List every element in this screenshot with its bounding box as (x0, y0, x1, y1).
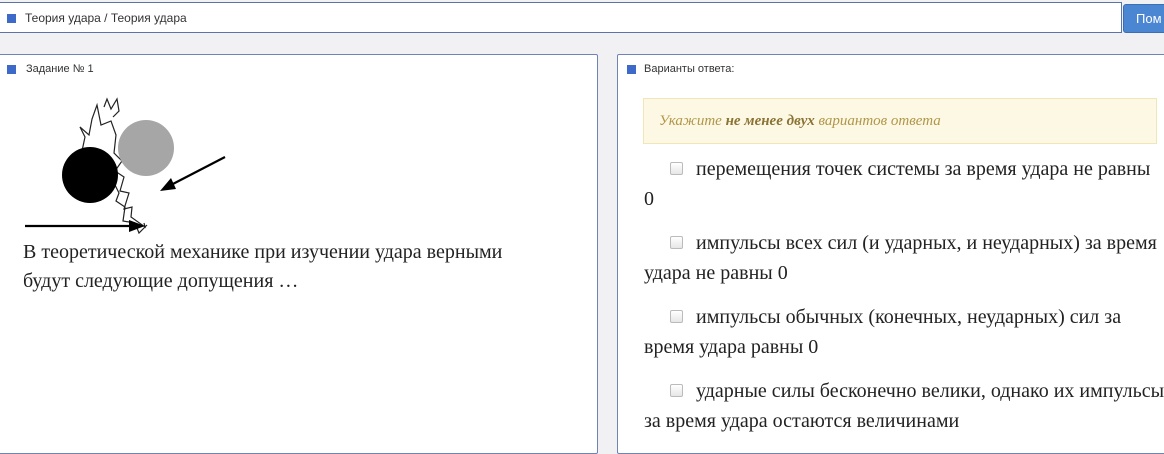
square-bullet-icon (7, 14, 16, 23)
task-panel: Задание № 1 В теоретической механике при… (0, 54, 598, 454)
breadcrumb-bar: Теория удара / Теория удара (0, 2, 1122, 33)
checkbox[interactable] (670, 161, 683, 175)
square-bullet-icon (627, 65, 636, 74)
checkbox[interactable] (670, 235, 683, 249)
answer-option[interactable]: импульсы обычных (конечных, неударных) с… (644, 302, 1164, 362)
answer-option-label: ударные силы бесконечно велики, однако и… (644, 380, 1164, 432)
grey-ball (118, 120, 174, 176)
question-text: В теоретической механике при изучении уд… (23, 241, 503, 292)
square-bullet-icon (7, 65, 16, 74)
black-ball (62, 147, 118, 203)
collision-figure (25, 97, 226, 235)
arrow-down-left (168, 156, 226, 187)
arrowhead (160, 178, 176, 191)
answers-title: Варианты ответа: (644, 63, 735, 75)
breadcrumb: Теория удара / Теория удара (25, 11, 187, 25)
checkbox[interactable] (670, 309, 683, 323)
answer-options: перемещения точек системы за время удара… (644, 154, 1164, 450)
answer-option-label: импульсы обычных (конечных, неударных) с… (644, 306, 1122, 358)
answer-option-label: перемещения точек системы за время удара… (644, 158, 1151, 210)
answer-option[interactable]: ударные силы бесконечно велики, однако и… (644, 376, 1164, 436)
answer-option[interactable]: перемещения точек системы за время удара… (644, 154, 1164, 214)
answers-panel: Варианты ответа: Укажите не менее двух в… (617, 54, 1164, 454)
help-button[interactable]: Пом (1123, 4, 1164, 33)
task-title: Задание № 1 (26, 63, 94, 75)
answer-option[interactable]: импульсы всех сил (и ударных, и неударны… (644, 228, 1164, 288)
answer-option-label: импульсы всех сил (и ударных, и неударны… (644, 232, 1157, 284)
checkbox[interactable] (670, 383, 683, 397)
answer-hint: Укажите не менее двух вариантов ответа (643, 98, 1157, 144)
impact-zigzag-line (103, 97, 120, 118)
